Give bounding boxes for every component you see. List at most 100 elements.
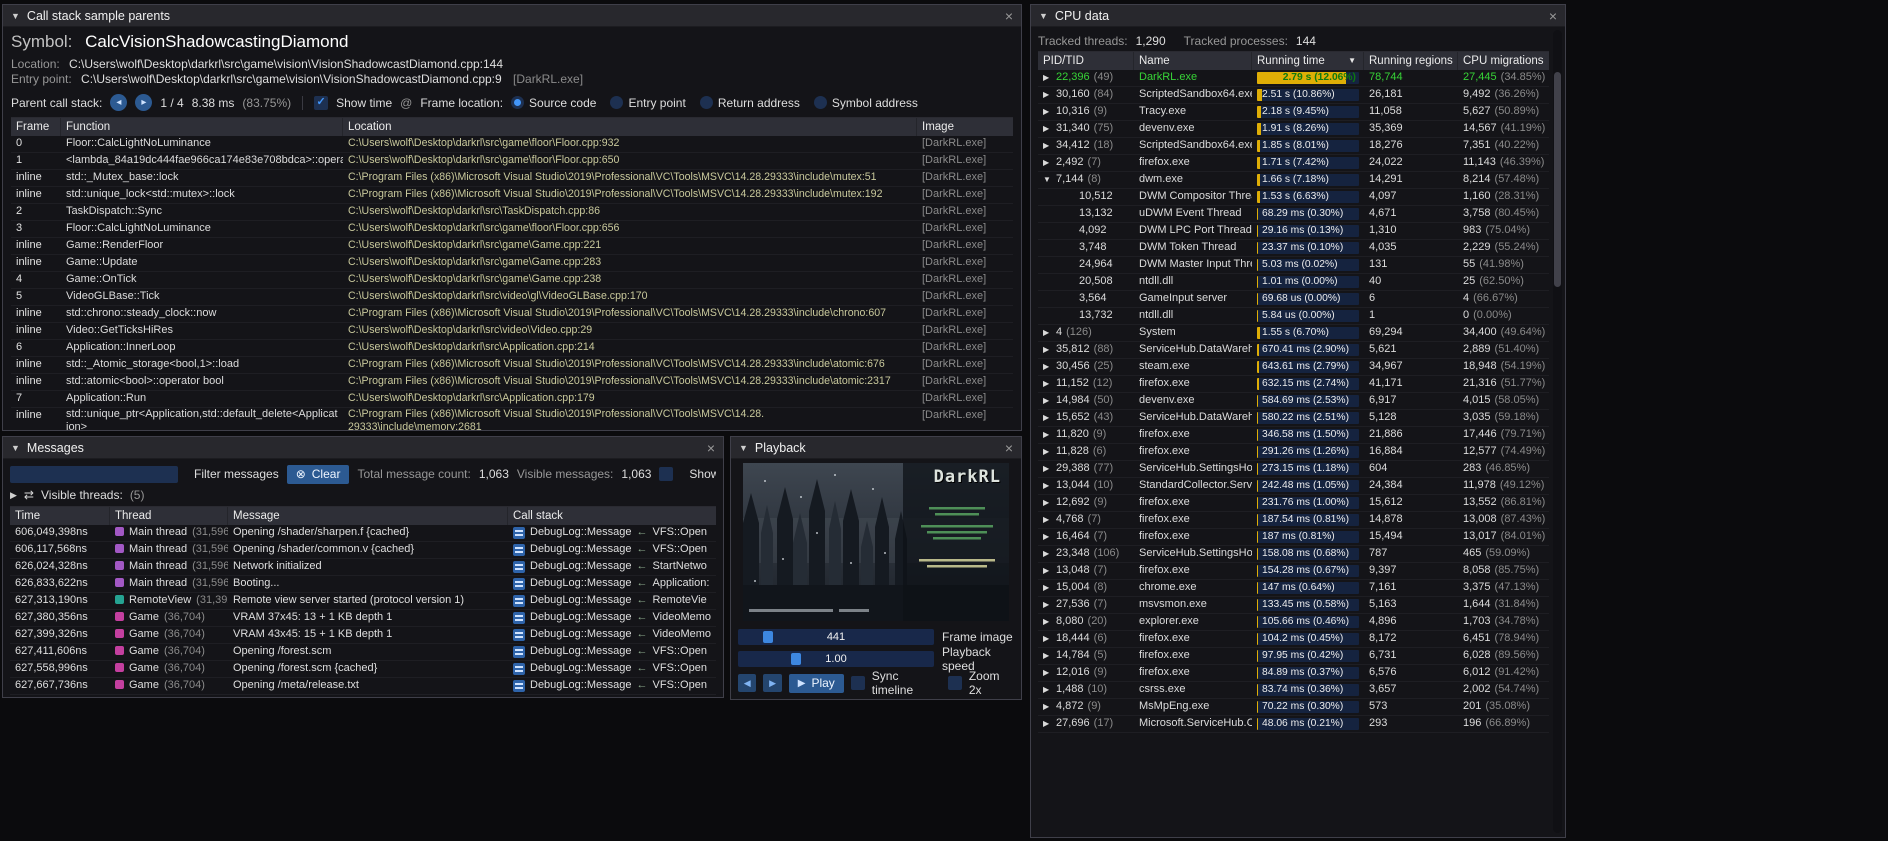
frame-location-radio-entry-point[interactable]: Entry point [610,96,685,110]
callstack-icon[interactable] [513,646,525,658]
callstack-frame-row[interactable]: inlinestd::unique_lock<std::mutex>::lock… [11,187,1013,204]
collapse-icon[interactable]: ▼ [11,11,20,21]
cpu-process-row[interactable]: ▶11,820(9)firefox.exe346.58 ms (1.50%)21… [1038,427,1549,444]
cpu-process-row[interactable]: ▶31,340(75)devenv.exe1.91 s (8.26%)35,36… [1038,121,1549,138]
message-row[interactable]: 627,667,736nsGame(36,704)Opening /meta/r… [10,678,716,695]
callstack-frame-row[interactable]: 6Application::InnerLoopC:\Users\wolf\Des… [11,340,1013,357]
expand-icon[interactable]: ▶ [1043,597,1056,613]
cpu-process-row[interactable]: ▶15,652(43)ServiceHub.DataWarehou580.22 … [1038,410,1549,427]
callstack-frame-row[interactable]: 7Application::RunC:\Users\wolf\Desktop\d… [11,391,1013,408]
expand-icon[interactable]: ▶ [1043,87,1056,103]
callstack-frame-row[interactable]: inlinestd::_Atomic_storage<bool,1>::load… [11,357,1013,374]
callstack-frame-row[interactable]: inlinestd::_Mutex_base::lockC:\Program F… [11,170,1013,187]
close-icon[interactable]: × [1005,441,1013,455]
callstack-frame-row[interactable]: 4Game::OnTickC:\Users\wolf\Desktop\darkr… [11,272,1013,289]
cpu-process-row[interactable]: ▶4,768(7)firefox.exe187.54 ms (0.81%)14,… [1038,512,1549,529]
cpu-process-row[interactable]: 3,748DWM Token Thread23.37 ms (0.10%)4,0… [1038,240,1549,257]
cpu-process-row[interactable]: ▶30,160(84)ScriptedSandbox64.exe2.51 s (… [1038,87,1549,104]
callstack-window-titlebar[interactable]: ▼ Call stack sample parents × [3,5,1021,27]
expand-icon[interactable]: ▶ [1043,325,1056,341]
cpu-process-row[interactable]: ▶12,692(9)firefox.exe231.76 ms (1.00%)15… [1038,495,1549,512]
message-row[interactable]: 606,049,398nsMain thread(31,596)Opening … [10,525,716,542]
column-header-cpu-migrations[interactable]: CPU migrations [1458,52,1549,70]
playback-window-titlebar[interactable]: ▼ Playback × [731,437,1021,459]
cpu-process-row[interactable]: ▶14,784(5)firefox.exe97.95 ms (0.42%)6,7… [1038,648,1549,665]
expand-icon[interactable]: ▶ [1043,138,1056,154]
cpu-process-row[interactable]: ▶35,812(88)ServiceHub.DataWarehou670.41 … [1038,342,1549,359]
playback-speed-slider[interactable]: 1.00 [738,651,934,667]
column-header-thread[interactable]: Thread [110,507,228,525]
collapse-icon[interactable]: ▼ [739,443,748,453]
expand-icon[interactable]: ▶ [1043,70,1056,86]
expand-icon[interactable]: ▶ [1043,393,1056,409]
close-icon[interactable]: × [1005,9,1013,23]
message-row[interactable]: 627,831,246nsGame(36,704)Intro menu load… [10,695,716,697]
cpu-process-row[interactable]: ▶34,412(18)ScriptedSandbox64.exe1.85 s (… [1038,138,1549,155]
sync-timeline-checkbox[interactable] [851,676,865,690]
callstack-icon[interactable] [513,612,525,624]
frame-image-slider[interactable]: 441 [738,629,934,645]
callstack-icon[interactable] [513,629,525,641]
expand-icon[interactable]: ▶ [1043,682,1056,698]
expand-icon[interactable]: ▶ [1043,495,1056,511]
expand-icon[interactable]: ▶ [1043,427,1056,443]
column-header-callstack[interactable]: Call stack [508,507,716,525]
expand-icon[interactable]: ▶ [1043,359,1056,375]
cpu-process-row[interactable]: ▶23,348(106)ServiceHub.SettingsHost158.0… [1038,546,1549,563]
expander-icon[interactable]: ▶ [10,490,17,501]
cpu-process-row[interactable]: ▶4,872(9)MsMpEng.exe70.22 ms (0.30%)5732… [1038,699,1549,716]
cpu-process-row[interactable]: 24,964DWM Master Input Threa5.03 ms (0.0… [1038,257,1549,274]
collapse-icon[interactable]: ▼ [1039,11,1048,21]
cpu-process-row[interactable]: ▶11,828(6)firefox.exe291.26 ms (1.26%)16… [1038,444,1549,461]
column-header-frame[interactable]: Frame [11,118,61,136]
expand-icon[interactable]: ▶ [1043,665,1056,681]
cpu-process-row[interactable]: ▶2,492(7)firefox.exe1.71 s (7.42%)24,022… [1038,155,1549,172]
cpu-process-row[interactable]: ▶22,396(49)DarkRL.exe2.79 s (12.06%)78,7… [1038,70,1549,87]
cpu-process-row[interactable]: 3,564GameInput server69.68 us (0.00%)64(… [1038,291,1549,308]
column-header-image[interactable]: Image [917,118,1013,136]
expand-icon[interactable]: ▶ [1043,104,1056,120]
callstack-frame-row[interactable]: 3Floor::CalcLightNoLuminanceC:\Users\wol… [11,221,1013,238]
clear-button[interactable]: ⊗ Clear [287,465,350,484]
column-header-running-time[interactable]: Running time ▼ [1252,52,1364,70]
expand-icon[interactable]: ▶ [1043,512,1056,528]
message-row[interactable]: 606,117,568nsMain thread(31,596)Opening … [10,542,716,559]
expand-icon[interactable]: ▶ [1043,444,1056,460]
cpu-process-row[interactable]: ▶15,004(8)chrome.exe147 ms (0.64%)7,1613… [1038,580,1549,597]
cpu-process-row[interactable]: ▶10,316(9)Tracy.exe2.18 s (9.45%)11,0585… [1038,104,1549,121]
column-header-message[interactable]: Message [228,507,508,525]
callstack-icon[interactable] [513,527,525,539]
expand-icon[interactable]: ▶ [1043,410,1056,426]
callstack-icon[interactable] [513,578,525,590]
cpu-window-titlebar[interactable]: ▼ CPU data × [1031,5,1565,27]
messages-window-titlebar[interactable]: ▼ Messages × [3,437,723,459]
cpu-process-row[interactable]: ▶27,536(7)msvsmon.exe133.45 ms (0.58%)5,… [1038,597,1549,614]
message-row[interactable]: 626,833,622nsMain thread(31,596)Booting.… [10,576,716,593]
callstack-frame-row[interactable]: 5VideoGLBase::TickC:\Users\wolf\Desktop\… [11,289,1013,306]
cpu-process-row[interactable]: ▶18,444(6)firefox.exe104.2 ms (0.45%)8,1… [1038,631,1549,648]
playback-frame-image[interactable]: DarkRL [743,463,1009,621]
cpu-process-row[interactable]: 13,132uDWM Event Thread68.29 ms (0.30%)4… [1038,206,1549,223]
cpu-process-row[interactable]: ▶13,044(10)StandardCollector.Servic242.4… [1038,478,1549,495]
message-row[interactable]: 627,313,190nsRemoteView(31,392)Remote vi… [10,593,716,610]
cpu-process-row[interactable]: ▼7,144(8)dwm.exe1.66 s (7.18%)14,2918,21… [1038,172,1549,189]
cpu-process-row[interactable]: ▶11,152(12)firefox.exe632.15 ms (2.74%)4… [1038,376,1549,393]
column-header-function[interactable]: Function [61,118,343,136]
expand-icon[interactable]: ▶ [1043,546,1056,562]
expand-icon[interactable]: ▶ [1043,631,1056,647]
prev-parent-button[interactable]: ◂ [110,94,127,111]
expand-icon[interactable]: ▶ [1043,461,1056,477]
expand-icon[interactable]: ▶ [1043,648,1056,664]
callstack-frame-row[interactable]: inlineGame::UpdateC:\Users\wolf\Desktop\… [11,255,1013,272]
cpu-process-row[interactable]: 10,512DWM Compositor Thread1.53 s (6.63%… [1038,189,1549,206]
play-button[interactable]: ▶ Play [789,674,844,693]
callstack-icon[interactable] [513,680,525,692]
cpu-process-row[interactable]: ▶12,016(9)firefox.exe84.89 ms (0.37%)6,5… [1038,665,1549,682]
callstack-frame-row[interactable]: 1<lambda_84a19dc444fae966ca174e83e708bdc… [11,153,1013,170]
cpu-process-row[interactable]: ▶13,048(7)firefox.exe154.28 ms (0.67%)9,… [1038,563,1549,580]
close-icon[interactable]: × [1549,9,1557,23]
cpu-process-row[interactable]: 4,092DWM LPC Port Thread29.16 ms (0.13%)… [1038,223,1549,240]
expand-icon[interactable]: ▶ [1043,155,1056,171]
expand-icon[interactable]: ▶ [1043,121,1056,137]
cpu-scrollbar-thumb[interactable] [1554,72,1561,287]
